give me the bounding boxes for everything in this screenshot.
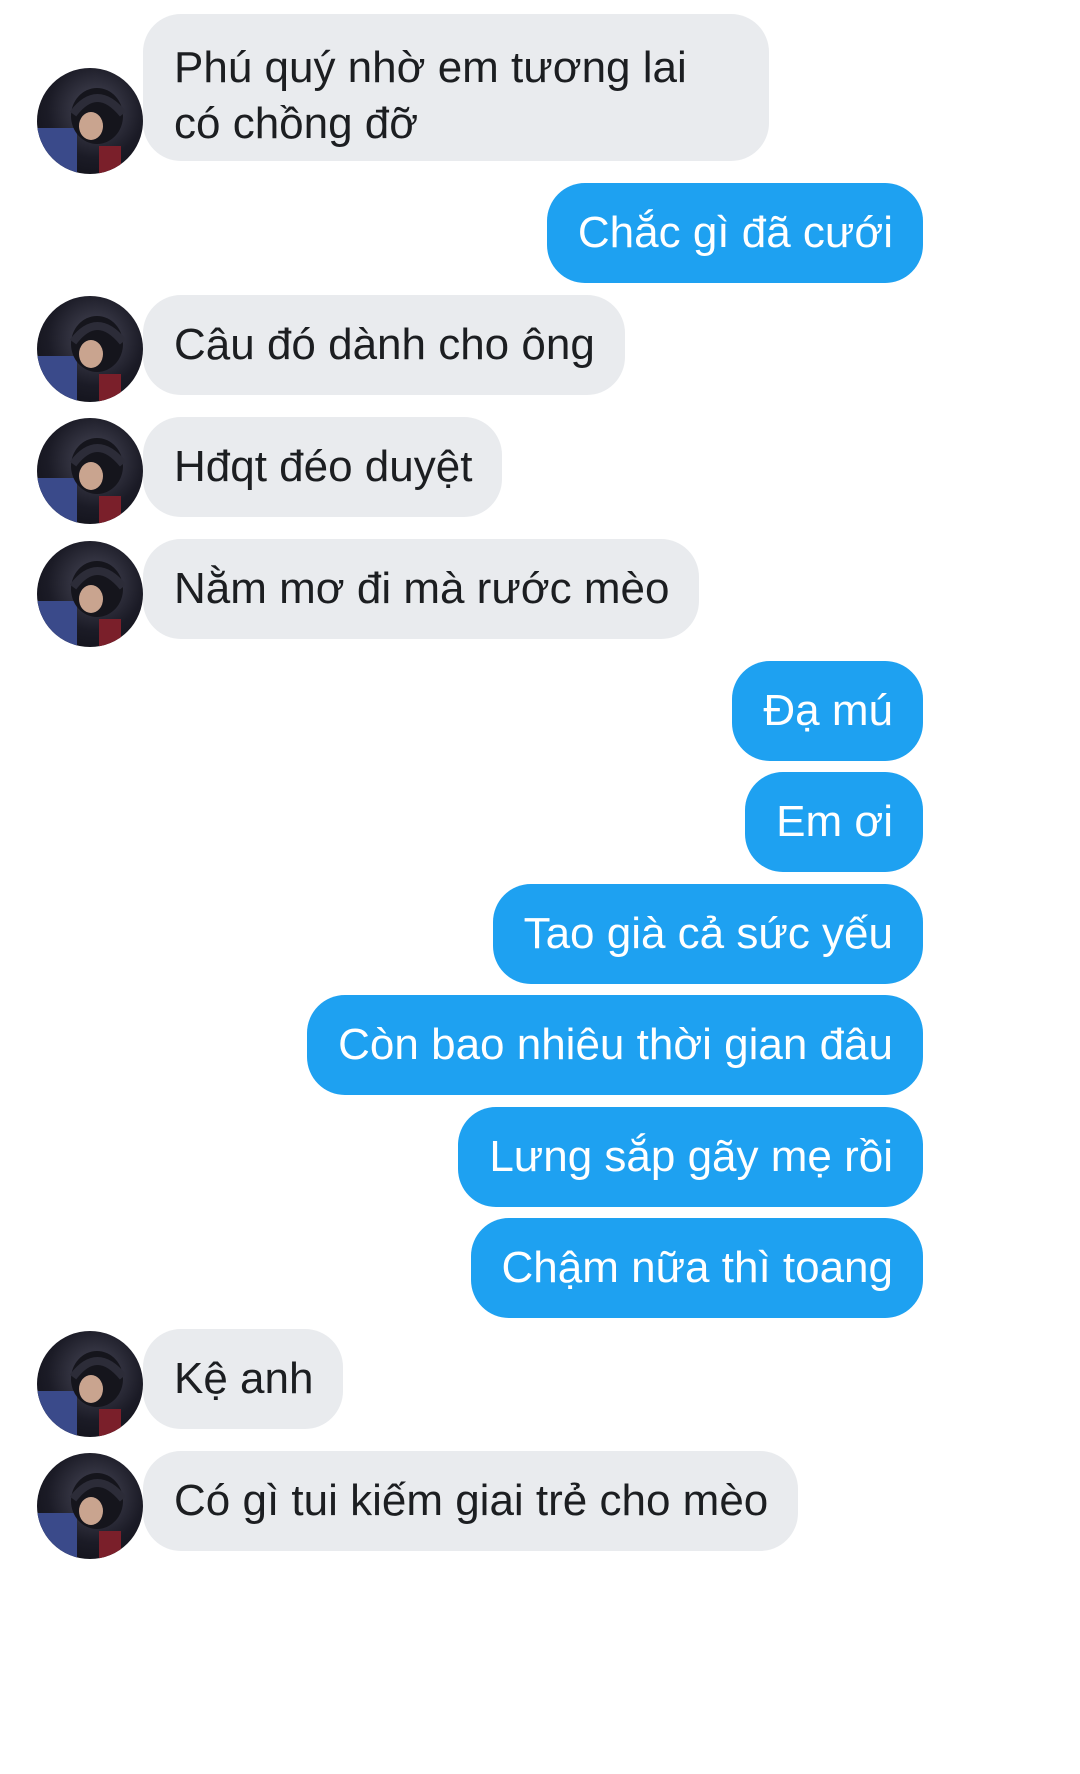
- message-bubble-outgoing[interactable]: Chắc gì đã cưới: [546, 183, 923, 283]
- user-avatar-icon: [37, 88, 127, 174]
- user-avatar-icon: [37, 1473, 127, 1559]
- avatar[interactable]: [37, 296, 143, 402]
- user-avatar-icon: [37, 438, 127, 524]
- user-avatar-icon: [37, 1351, 127, 1437]
- message-bubble-incoming[interactable]: Nằm mơ đi mà rước mèo: [143, 539, 700, 639]
- message-bubble-outgoing[interactable]: Chậm nữa thì toang: [470, 1218, 923, 1318]
- message-bubble-incoming[interactable]: Câu đó dành cho ông: [143, 295, 625, 395]
- message-bubble-outgoing[interactable]: Lưng sắp gãy mẹ rồi: [458, 1107, 923, 1207]
- avatar[interactable]: [37, 1453, 143, 1559]
- message-bubble-outgoing[interactable]: Em ơi: [745, 772, 923, 872]
- message-bubble-outgoing[interactable]: Đạ mú: [732, 661, 923, 761]
- message-bubble-incoming[interactable]: Kệ anh: [143, 1329, 344, 1429]
- chat-thread: Phú quý nhờ em tương lai có chồng đỡ Chắ…: [0, 0, 1080, 1774]
- avatar[interactable]: [37, 1331, 143, 1437]
- message-bubble-incoming[interactable]: Phú quý nhờ em tương lai có chồng đỡ: [143, 14, 769, 161]
- message-bubble-outgoing[interactable]: Còn bao nhiêu thời gian đâu: [307, 995, 923, 1095]
- avatar[interactable]: [37, 541, 143, 647]
- avatar[interactable]: [37, 68, 143, 174]
- user-avatar-icon: [37, 316, 127, 402]
- message-bubble-incoming[interactable]: Có gì tui kiếm giai trẻ cho mèo: [143, 1451, 799, 1551]
- message-bubble-incoming[interactable]: Hđqt đéo duyệt: [143, 417, 503, 517]
- message-bubble-outgoing[interactable]: Tao già cả sức yếu: [492, 884, 923, 984]
- avatar[interactable]: [37, 418, 143, 524]
- user-avatar-icon: [37, 561, 127, 647]
